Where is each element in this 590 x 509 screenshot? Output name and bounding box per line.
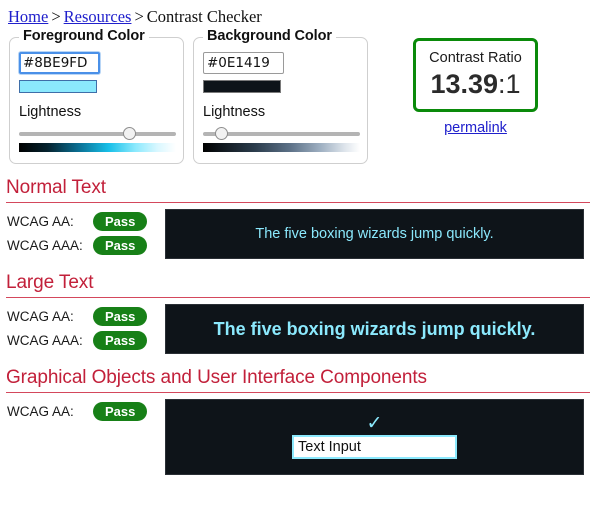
section-graphical-objects: Graphical Objects and User Interface Com… bbox=[0, 366, 590, 475]
contrast-ratio-number: 13.39 bbox=[430, 69, 499, 99]
status-badge: Pass bbox=[93, 235, 148, 255]
status-badge: Pass bbox=[93, 211, 148, 231]
large-text-criteria-list: WCAG AA: Pass WCAG AAA: Pass bbox=[0, 304, 165, 352]
foreground-color-swatch bbox=[19, 80, 97, 93]
foreground-hex-input[interactable] bbox=[19, 52, 100, 74]
section-normal-text-title: Normal Text bbox=[6, 177, 106, 198]
breadcrumb-link-resources[interactable]: Resources bbox=[64, 7, 132, 26]
contrast-ratio-suffix: :1 bbox=[498, 69, 521, 99]
foreground-lightness-slider[interactable] bbox=[19, 127, 176, 140]
background-color-swatch bbox=[203, 80, 281, 93]
criterion-row: WCAG AAA: Pass bbox=[7, 328, 165, 352]
criterion-row: WCAG AA: Pass bbox=[7, 399, 165, 423]
background-hex-input[interactable] bbox=[203, 52, 284, 74]
breadcrumb-current-page: Contrast Checker bbox=[146, 7, 262, 26]
section-large-text: Large Text WCAG AA: Pass WCAG AAA: Pass … bbox=[0, 271, 590, 354]
status-badge: Pass bbox=[93, 401, 148, 421]
graphical-objects-sample: ✓ bbox=[165, 399, 584, 475]
permalink-link[interactable]: permalink bbox=[444, 120, 507, 136]
foreground-color-panel: Foreground Color Lightness bbox=[9, 28, 184, 164]
graphical-objects-criteria-list: WCAG AA: Pass bbox=[0, 399, 165, 423]
foreground-lightness-label: Lightness bbox=[19, 104, 82, 120]
foreground-lightness-gradient bbox=[19, 143, 176, 152]
criterion-label: WCAG AA: bbox=[7, 403, 74, 419]
criterion-row: WCAG AA: Pass bbox=[7, 304, 165, 328]
status-badge: Pass bbox=[93, 330, 148, 350]
breadcrumb-link-home[interactable]: Home bbox=[8, 7, 48, 26]
background-lightness-slider[interactable] bbox=[203, 127, 360, 140]
criterion-row: WCAG AAA: Pass bbox=[7, 233, 165, 257]
background-slider-thumb[interactable] bbox=[214, 127, 228, 140]
background-lightness-gradient bbox=[203, 143, 360, 152]
breadcrumb: Home > Resources > Contrast Checker bbox=[0, 0, 590, 28]
checkmark-icon: ✓ bbox=[366, 412, 383, 434]
status-badge: Pass bbox=[93, 306, 148, 326]
background-panel-legend: Background Color bbox=[203, 28, 336, 44]
section-normal-text: Normal Text WCAG AA: Pass WCAG AAA: Pass… bbox=[0, 176, 590, 259]
breadcrumb-separator-1: > bbox=[51, 7, 61, 26]
large-text-sample: The five boxing wizards jump quickly. bbox=[165, 304, 584, 354]
criterion-label: WCAG AA: bbox=[7, 308, 74, 324]
foreground-slider-track bbox=[19, 132, 176, 136]
normal-text-sample: The five boxing wizards jump quickly. bbox=[165, 209, 584, 259]
section-graphical-objects-title: Graphical Objects and User Interface Com… bbox=[6, 367, 427, 388]
section-normal-text-rule bbox=[6, 202, 590, 203]
background-color-panel: Background Color Lightness bbox=[193, 28, 368, 164]
contrast-ratio-box: Contrast Ratio 13.39:1 bbox=[413, 38, 538, 112]
contrast-ratio-value: 13.39:1 bbox=[422, 69, 529, 100]
section-large-text-title: Large Text bbox=[6, 272, 94, 293]
foreground-panel-legend: Foreground Color bbox=[19, 28, 149, 44]
breadcrumb-separator-2: > bbox=[134, 7, 144, 26]
background-lightness-label: Lightness bbox=[203, 104, 266, 120]
criterion-row: WCAG AA: Pass bbox=[7, 209, 165, 233]
color-controls-row: Foreground Color Lightness Background Co… bbox=[0, 28, 590, 164]
section-graphical-objects-rule bbox=[6, 392, 590, 393]
contrast-ratio-title: Contrast Ratio bbox=[429, 50, 522, 66]
normal-text-criteria-list: WCAG AA: Pass WCAG AAA: Pass bbox=[0, 209, 165, 257]
criterion-label: WCAG AA: bbox=[7, 213, 74, 229]
section-large-text-rule bbox=[6, 297, 590, 298]
sample-text-input[interactable] bbox=[292, 434, 457, 459]
criterion-label: WCAG AAA: bbox=[7, 237, 83, 253]
criterion-label: WCAG AAA: bbox=[7, 332, 83, 348]
foreground-slider-thumb[interactable] bbox=[122, 127, 136, 140]
contrast-ratio-area: Contrast Ratio 13.39:1 permalink bbox=[413, 37, 538, 137]
